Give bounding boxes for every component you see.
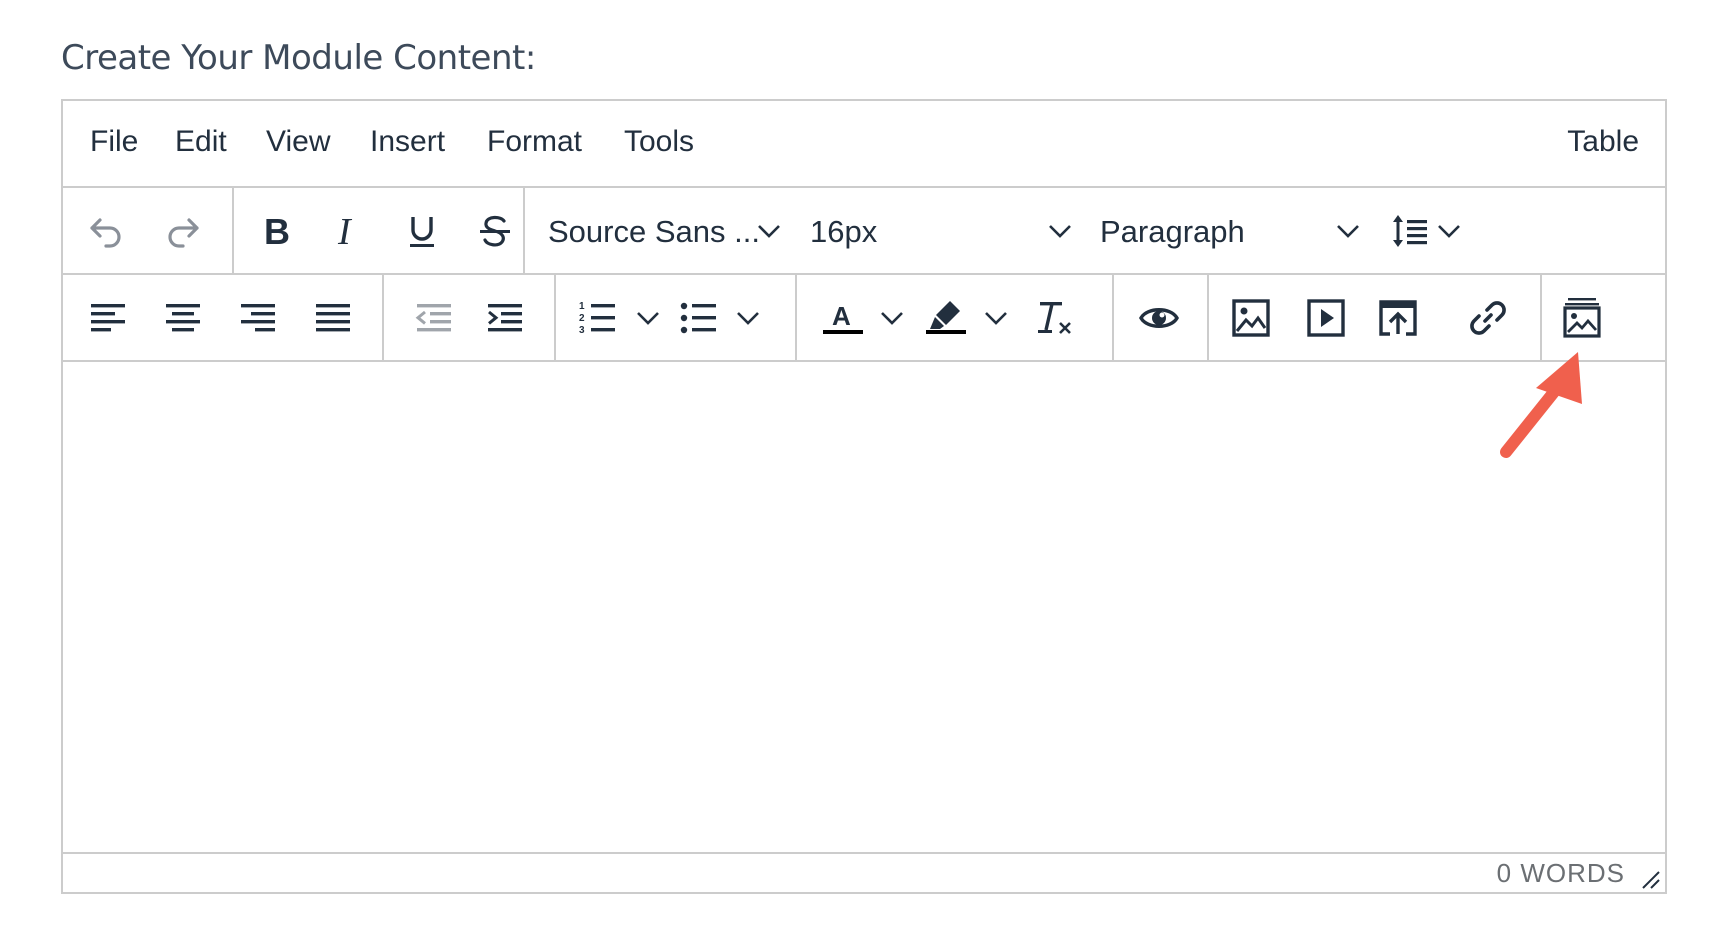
indent-group — [382, 275, 556, 360]
toolbar-row-2: 123 A — [63, 275, 1665, 362]
bold-icon: B — [264, 211, 290, 251]
color-group: A — [795, 275, 1114, 360]
chevron-down-icon — [1337, 225, 1359, 238]
image-gallery-button[interactable] — [1557, 293, 1607, 343]
align-left-icon — [91, 304, 125, 332]
text-color-icon: A — [823, 301, 863, 334]
upload-icon — [1379, 300, 1417, 336]
svg-text:1: 1 — [579, 301, 585, 312]
line-height-icon — [1393, 215, 1427, 247]
history-group — [63, 188, 234, 273]
align-right-icon — [241, 304, 275, 332]
chevron-down-icon — [881, 312, 903, 325]
align-justify-button[interactable] — [308, 293, 358, 343]
menu-insert[interactable]: Insert — [370, 125, 445, 159]
line-height-button[interactable] — [1385, 206, 1435, 256]
text-color-dropdown[interactable] — [877, 303, 907, 333]
chevron-down-icon — [985, 312, 1007, 325]
italic-icon: I — [337, 211, 353, 251]
resize-handle[interactable] — [1639, 868, 1661, 890]
preview-group — [1112, 275, 1209, 360]
undo-icon — [90, 218, 121, 248]
insert-image-button[interactable] — [1226, 293, 1276, 343]
line-height-dropdown[interactable] — [1434, 216, 1464, 246]
menu-format[interactable]: Format — [487, 125, 582, 159]
block-format-dropdown[interactable] — [1333, 216, 1363, 246]
bullet-list-dropdown[interactable] — [733, 303, 763, 333]
menu-view[interactable]: View — [266, 125, 330, 159]
numbered-list-icon: 123 — [579, 301, 615, 336]
chevron-down-icon — [737, 312, 759, 325]
media-icon — [1307, 299, 1345, 337]
bullet-list-button[interactable] — [674, 293, 724, 343]
image-gallery-icon — [1563, 298, 1601, 338]
indent-icon — [488, 304, 522, 332]
word-count: 0 WORDS — [1496, 858, 1625, 888]
block-format-select[interactable]: Paragraph — [1100, 214, 1245, 250]
chevron-down-icon — [637, 312, 659, 325]
svg-text:2: 2 — [579, 313, 585, 324]
image-icon — [1232, 299, 1270, 337]
bold-button[interactable]: B — [251, 206, 301, 256]
page-title: Create Your Module Content: — [61, 38, 536, 78]
numbered-list-dropdown[interactable] — [633, 303, 663, 333]
font-family-select[interactable]: Source Sans ... — [548, 214, 760, 250]
chevron-down-icon — [1049, 225, 1071, 238]
bullet-list-icon — [680, 302, 716, 334]
upload-document-button[interactable] — [1373, 293, 1423, 343]
strikethrough-icon — [480, 215, 510, 247]
text-style-group: B I — [232, 188, 525, 273]
link-icon — [1470, 301, 1506, 335]
redo-icon — [168, 218, 199, 248]
text-color-button[interactable]: A — [818, 293, 868, 343]
align-left-button[interactable] — [83, 293, 133, 343]
editor-statusbar: 0 WORDS — [63, 852, 1665, 892]
italic-button[interactable]: I — [323, 206, 373, 256]
svg-text:I: I — [337, 211, 353, 251]
menu-table[interactable]: Table — [1567, 125, 1639, 159]
numbered-list-button[interactable]: 123 — [573, 293, 623, 343]
align-right-button[interactable] — [233, 293, 283, 343]
insert-link-button[interactable] — [1463, 293, 1513, 343]
alignment-group — [63, 275, 384, 360]
preview-button[interactable] — [1134, 293, 1184, 343]
clear-format-icon — [1038, 302, 1071, 334]
svg-text:A: A — [832, 301, 851, 331]
indent-button[interactable] — [480, 293, 530, 343]
chevron-down-icon — [758, 225, 780, 238]
undo-button[interactable] — [81, 206, 131, 256]
list-group: 123 — [554, 275, 797, 360]
underline-icon — [410, 217, 434, 247]
preview-icon — [1139, 308, 1179, 328]
menu-file[interactable]: File — [90, 125, 138, 159]
strikethrough-button[interactable] — [470, 206, 520, 256]
highlight-dropdown[interactable] — [981, 303, 1011, 333]
resize-grip-icon — [1642, 871, 1660, 889]
chevron-down-icon — [1438, 225, 1460, 238]
clear-format-button[interactable] — [1029, 293, 1079, 343]
align-justify-icon — [316, 304, 350, 332]
align-center-icon — [166, 304, 200, 332]
toolbar-row-1: B I Source Sans ... 16px Paragraph — [63, 188, 1665, 275]
menu-edit[interactable]: Edit — [175, 125, 227, 159]
editor-content-area[interactable] — [63, 357, 1665, 852]
rich-text-editor: File Edit View Insert Format Tools Table… — [61, 99, 1667, 894]
align-center-button[interactable] — [158, 293, 208, 343]
insert-media-button[interactable] — [1301, 293, 1351, 343]
menu-tools[interactable]: Tools — [624, 125, 694, 159]
font-family-dropdown[interactable] — [754, 216, 784, 246]
redo-button[interactable] — [158, 206, 208, 256]
outdent-button[interactable] — [409, 293, 459, 343]
highlight-icon — [926, 301, 966, 334]
outdent-icon — [415, 304, 451, 332]
font-size-dropdown[interactable] — [1045, 216, 1075, 246]
editor-menubar: File Edit View Insert Format Tools Table — [63, 101, 1665, 188]
highlight-button[interactable] — [921, 293, 971, 343]
svg-text:B: B — [264, 211, 290, 251]
font-size-select[interactable]: 16px — [810, 214, 877, 250]
underline-button[interactable] — [397, 206, 447, 256]
svg-text:3: 3 — [579, 325, 585, 336]
annotation-arrow-icon — [1500, 352, 1582, 458]
format-dropdowns-group: Source Sans ... 16px Paragraph — [523, 188, 1667, 273]
